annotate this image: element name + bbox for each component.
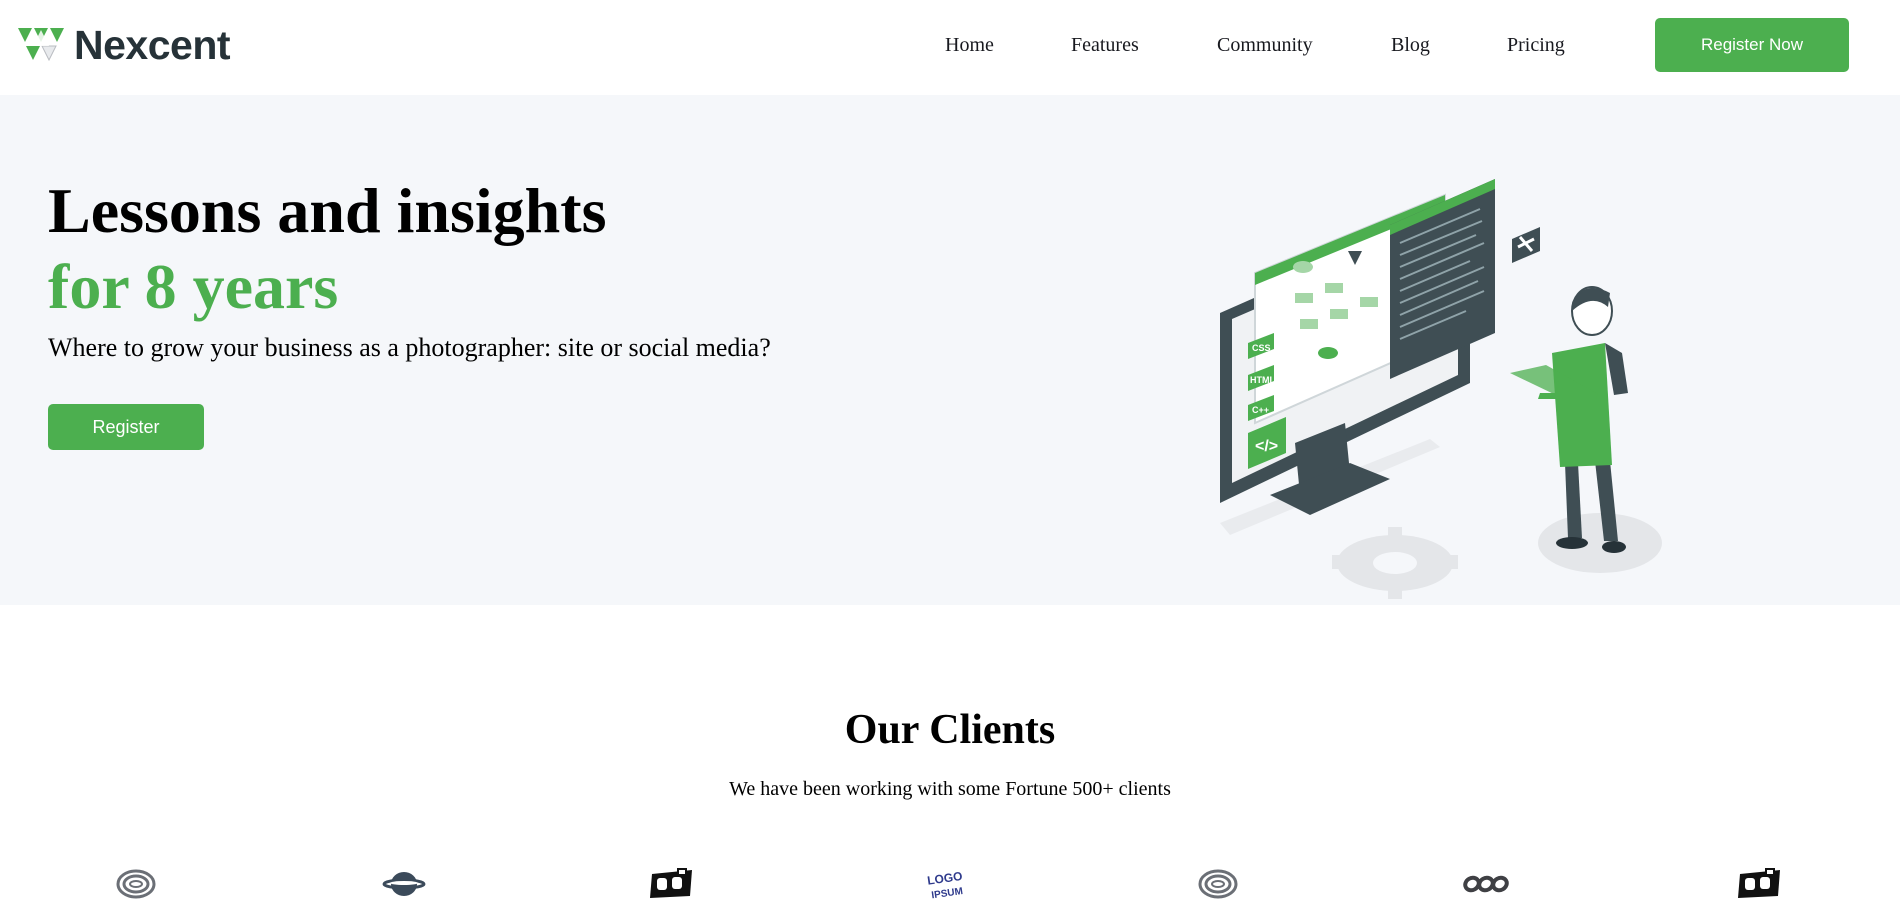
clients-title: Our Clients xyxy=(844,707,1056,753)
register-button[interactable]: Register xyxy=(48,404,204,450)
svg-text:</>: </> xyxy=(1255,438,1278,455)
nav-item-pricing[interactable]: Pricing xyxy=(1507,30,1565,60)
oj-block-logo-icon xyxy=(650,868,692,898)
nav-item-home[interactable]: Home xyxy=(945,30,994,60)
hero-title: Lessons and insights xyxy=(48,175,607,246)
client-logo-5 xyxy=(1194,866,1242,902)
cpp-label: C++ xyxy=(1252,405,1269,415)
client-logo-6 xyxy=(1462,866,1510,902)
nav-item-features[interactable]: Features xyxy=(1071,30,1139,60)
client-logo-7 xyxy=(1736,866,1784,902)
clients-subtitle: We have been working with some Fortune 5… xyxy=(729,778,1171,800)
site-header: Nexcent Home Features Community Blog Pri… xyxy=(0,0,1900,95)
developer-illustration: CSS HTML C++ </> xyxy=(1220,179,1662,599)
css-label: CSS xyxy=(1252,343,1271,353)
svg-text:IPSUM: IPSUM xyxy=(931,886,964,901)
client-logo-2 xyxy=(380,866,428,902)
oj-block-logo-icon xyxy=(1738,868,1780,898)
close-icon xyxy=(1512,227,1540,263)
hero-section: Lessons and insights for 8 years Where t… xyxy=(0,95,1900,605)
html-label: HTML xyxy=(1250,375,1275,385)
hero-title-highlight: for 8 years xyxy=(48,251,339,322)
nav-item-community[interactable]: Community xyxy=(1217,30,1313,60)
nav-item-blog[interactable]: Blog xyxy=(1391,30,1430,60)
register-now-button[interactable]: Register Now xyxy=(1655,18,1849,72)
person-figure xyxy=(1510,286,1628,553)
client-logo-1 xyxy=(112,866,160,902)
svg-text:LOGO: LOGO xyxy=(926,869,963,888)
client-logo-4: LOGO IPSUM xyxy=(924,866,972,902)
chain-link-logo-icon xyxy=(1463,875,1509,893)
hero-subtitle: Where to grow your business as a photogr… xyxy=(48,333,771,362)
client-logo-3 xyxy=(648,866,696,902)
concentric-ring-logo-icon xyxy=(116,869,156,899)
nexcent-logo-icon xyxy=(18,28,64,62)
saturn-ring-logo-icon xyxy=(382,872,426,896)
brand-logo[interactable]: Nexcent xyxy=(18,22,231,68)
brand-name: Nexcent xyxy=(74,22,231,68)
concentric-ring-logo-icon xyxy=(1198,869,1238,899)
logoipsum-logo-icon: LOGO IPSUM xyxy=(926,869,964,901)
